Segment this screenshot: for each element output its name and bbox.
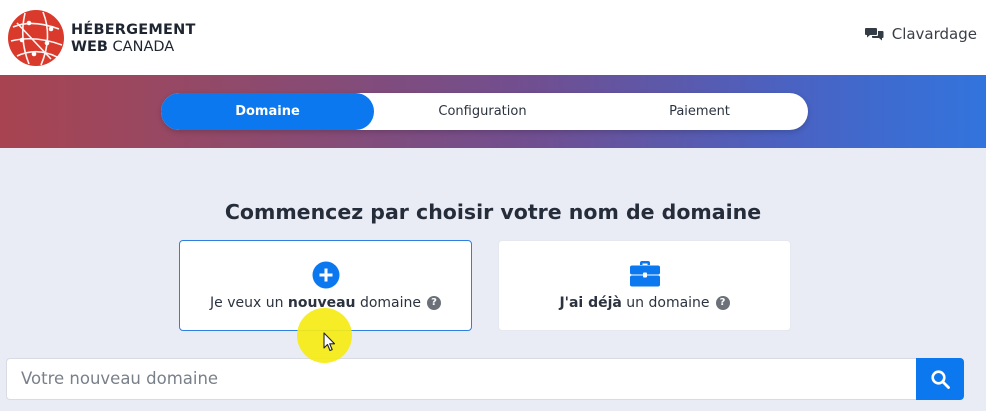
domain-search-bar: Votre nouveau domaine: [6, 358, 964, 400]
chat-label: Clavardage: [891, 25, 977, 43]
step-domaine[interactable]: Domaine: [161, 93, 374, 130]
plus-circle-icon-wrap: [180, 261, 471, 289]
search-button[interactable]: [916, 358, 964, 400]
brand-line-2-bold: WEB: [71, 39, 108, 55]
briefcase-icon-wrap: [499, 261, 790, 287]
existing-domain-label: J'ai déjà un domaine ?: [499, 295, 790, 311]
existing-domain-bold: J'ai déjà: [559, 295, 622, 311]
help-icon[interactable]: ?: [427, 296, 441, 310]
brand-line-2-rest: CANADA: [107, 39, 175, 55]
briefcase-icon: [629, 261, 660, 287]
chat-link[interactable]: Clavardage: [864, 25, 977, 43]
help-icon[interactable]: ?: [715, 296, 730, 310]
new-domain-suffix: domaine: [355, 295, 421, 311]
new-domain-prefix: Je veux un: [210, 295, 288, 311]
plus-circle-icon: [312, 261, 339, 289]
order-steps: Domaine Configuration Paiement: [161, 93, 808, 130]
existing-domain-suffix: un domaine: [621, 295, 710, 311]
brand-line-1: HÉBERGEMENT: [71, 22, 196, 38]
brand-logo[interactable]: [7, 9, 65, 67]
existing-domain-text: J'ai déjà un domaine: [559, 295, 709, 311]
chat-bubbles-icon: [864, 27, 884, 40]
page-title: Commencez par choisir votre nom de domai…: [224, 200, 762, 224]
brand-name[interactable]: HÉBERGEMENT WEB CANADA: [71, 22, 196, 56]
brand-line-2: WEB CANADA: [71, 39, 196, 56]
domain-search-input[interactable]: Votre nouveau domaine: [21, 359, 218, 399]
existing-domain-option[interactable]: J'ai déjà un domaine ?: [498, 240, 791, 331]
step-paiement[interactable]: Paiement: [591, 93, 808, 130]
header: HÉBERGEMENT WEB CANADA Clavardage: [0, 0, 986, 75]
mouse-pointer-icon: [323, 332, 336, 352]
search-icon: [930, 369, 950, 389]
step-configuration[interactable]: Configuration: [374, 93, 591, 130]
